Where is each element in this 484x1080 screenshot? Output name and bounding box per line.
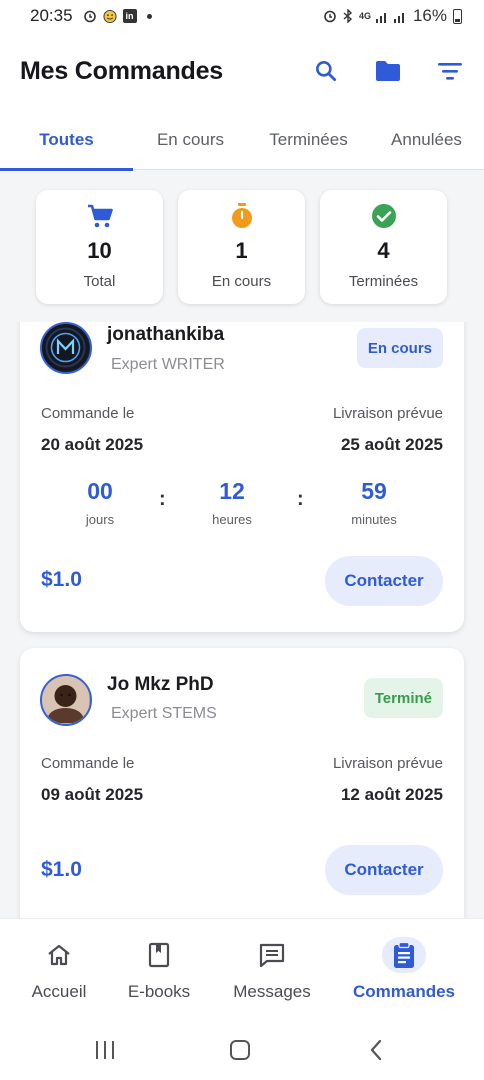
order-tabs: Toutes En cours Terminées Annulées	[0, 110, 484, 171]
signal-icon	[375, 9, 389, 23]
order-date-value: 20 août 2025	[41, 435, 144, 454]
stat-card-completed: 4 Terminées	[320, 190, 447, 304]
nav-label: E-books	[127, 982, 191, 1001]
bottom-navigation: Accueil E-books Messages Commandes	[0, 918, 484, 1018]
countdown-hours-label: heures	[212, 512, 252, 527]
status-bar: 20:35 in 4G 16%	[0, 0, 484, 32]
emoji-icon	[103, 9, 117, 23]
delivery-date-label: Livraison prévue	[332, 755, 443, 772]
signal-icon	[393, 9, 407, 23]
order-date-value: 09 août 2025	[41, 785, 144, 804]
expert-role: Expert WRITER	[111, 356, 225, 373]
order-date-label: Commande le	[41, 405, 135, 422]
alarm-icon	[83, 9, 97, 23]
order-card[interactable]: Jo Mkz PhD Expert STEMS Terminé Commande…	[20, 648, 464, 920]
orders-list[interactable]: jonathankiba Expert WRITER En cours Comm…	[0, 322, 484, 920]
nav-item-commandes[interactable]: Commandes	[348, 919, 460, 1019]
network-type: 4G	[358, 11, 371, 21]
bluetooth-icon	[341, 9, 355, 23]
battery-percent: 16%	[412, 6, 447, 25]
stat-in-progress-value: 1	[235, 238, 248, 263]
filter-button[interactable]	[436, 57, 464, 85]
countdown-separator: :	[297, 488, 304, 510]
order-price: $1.0	[41, 858, 82, 881]
contact-button[interactable]: Contacter	[325, 845, 443, 895]
system-navigation	[0, 1018, 484, 1080]
back-icon[interactable]	[364, 1038, 388, 1062]
avatar[interactable]	[40, 674, 92, 726]
nav-label: Messages	[233, 982, 311, 1001]
tab-en-cours[interactable]: En cours	[133, 110, 248, 170]
nav-item-messages[interactable]: Messages	[226, 919, 318, 1019]
recent-apps-icon[interactable]	[93, 1038, 117, 1062]
expert-name: Jo Mkz PhD	[107, 674, 214, 695]
stat-completed-label: Terminées	[348, 273, 419, 290]
countdown-days-label: jours	[85, 512, 115, 527]
search-button[interactable]	[312, 57, 340, 85]
home-icon	[37, 937, 81, 973]
nav-item-ebooks[interactable]: E-books	[120, 919, 198, 1019]
app-header: Mes Commandes	[0, 32, 484, 110]
check-circle-icon	[370, 202, 398, 230]
page-title: Mes Commandes	[20, 56, 224, 85]
timer-icon	[228, 202, 256, 230]
nav-label: Commandes	[352, 982, 456, 1001]
expert-role: Expert STEMS	[111, 705, 217, 722]
header-actions	[312, 57, 464, 85]
tab-toutes[interactable]: Toutes	[0, 110, 133, 171]
stat-card-in-progress: 1 En cours	[178, 190, 305, 304]
order-price: $1.0	[41, 568, 82, 591]
alarm-icon	[323, 9, 337, 23]
status-left: 20:35 in	[30, 6, 152, 26]
folder-button[interactable]	[374, 57, 402, 85]
home-button-icon[interactable]	[228, 1038, 252, 1062]
countdown-days: 00	[87, 478, 113, 504]
status-badge: En cours	[356, 328, 443, 368]
countdown-separator: :	[159, 488, 166, 510]
contact-button[interactable]: Contacter	[325, 556, 443, 606]
nav-item-accueil[interactable]: Accueil	[20, 919, 98, 1019]
countdown-hours: 12	[219, 478, 245, 504]
stat-card-total: 10 Total	[36, 190, 163, 304]
folder-icon	[376, 61, 400, 81]
stat-completed-value: 4	[377, 238, 390, 263]
countdown-minutes-label: minutes	[351, 512, 397, 527]
stat-total-value: 10	[87, 238, 112, 263]
stat-total-label: Total	[83, 273, 116, 290]
filter-icon	[438, 63, 462, 80]
search-icon	[316, 61, 337, 82]
countdown-minutes: 59	[361, 478, 387, 504]
delivery-date-value: 12 août 2025	[340, 785, 443, 804]
orders-icon	[382, 937, 426, 973]
nav-label: Accueil	[31, 982, 87, 1001]
order-card[interactable]: jonathankiba Expert WRITER En cours Comm…	[20, 322, 464, 632]
book-icon	[137, 937, 181, 973]
status-badge: Terminé	[363, 678, 443, 718]
expert-name: jonathankiba	[107, 324, 225, 345]
order-date-label: Commande le	[41, 755, 135, 772]
tab-terminees[interactable]: Terminées	[248, 110, 369, 170]
battery-icon	[453, 8, 462, 24]
stat-in-progress-label: En cours	[211, 273, 272, 290]
notification-dot-icon	[146, 13, 152, 19]
delivery-date-value: 25 août 2025	[340, 435, 443, 454]
tab-annulees[interactable]: Annulées	[369, 110, 484, 170]
linkedin-icon: in	[122, 9, 137, 23]
avatar[interactable]	[40, 322, 92, 374]
status-time: 20:35	[30, 6, 73, 25]
status-right: 4G 16%	[323, 6, 462, 26]
cart-icon	[86, 202, 114, 230]
delivery-date-label: Livraison prévue	[332, 405, 443, 422]
message-icon	[250, 937, 294, 973]
